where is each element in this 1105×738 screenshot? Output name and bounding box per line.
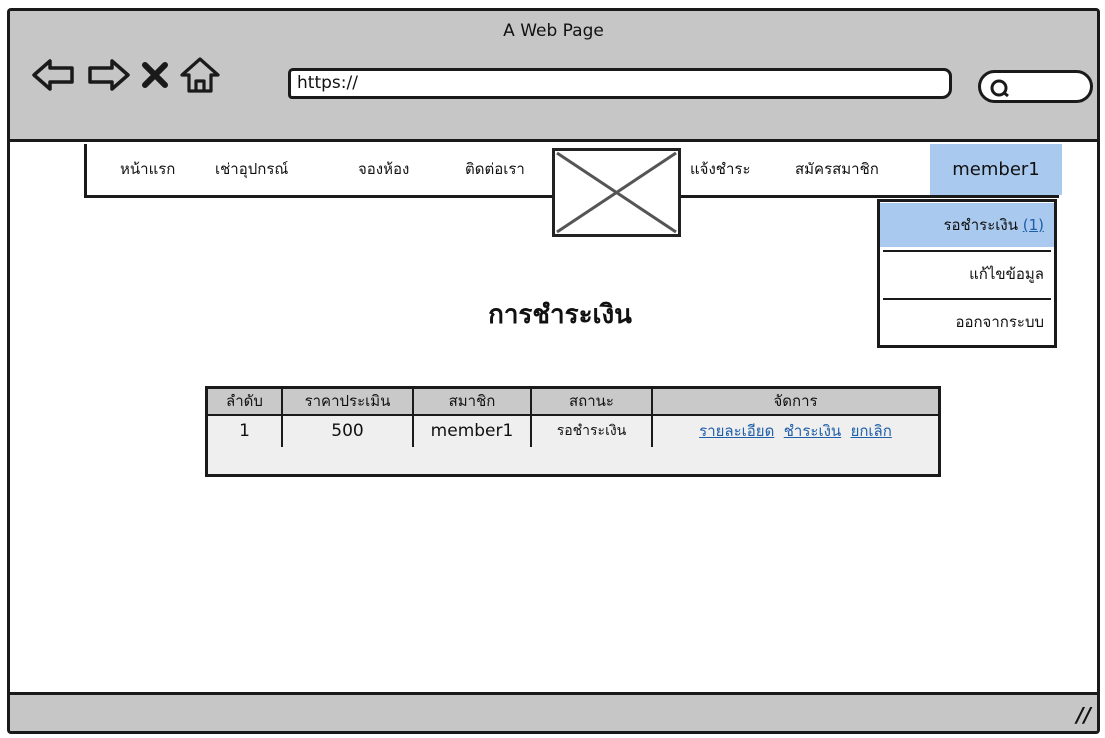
column-header-price: ราคาประเมิน	[304, 392, 391, 410]
cell-status: รอชำระเงิน	[556, 423, 627, 439]
title-bar: A Web Page https://	[10, 11, 1097, 142]
details-link[interactable]: รายละเอียด	[699, 422, 774, 440]
menu-item-contact[interactable]: ติดต่อเรา	[465, 144, 525, 195]
menu-item-user[interactable]: member1	[930, 144, 1062, 195]
cell-price: 500	[331, 421, 364, 441]
cell-member: member1	[430, 421, 514, 441]
pay-link[interactable]: ชำระเงิน	[784, 422, 841, 440]
close-icon[interactable]	[138, 55, 172, 95]
dropdown-item-edit-profile[interactable]: แก้ไขข้อมูล	[880, 252, 1054, 296]
payment-table: ลำดับ ราคาประเมิน สมาชิก สถานะ จัดการ 1 …	[205, 386, 941, 477]
image-placeholder	[552, 148, 681, 237]
edit-profile-label: แก้ไขข้อมูล	[969, 265, 1044, 283]
menu-item-book-room[interactable]: จองห้อง	[358, 144, 409, 195]
user-dropdown-menu: รอชำระเงิน (1) แก้ไขข้อมูล ออกจากระบบ	[877, 199, 1057, 348]
menu-item-home[interactable]: หน้าแรก	[120, 144, 175, 195]
menu-item-rent-equipment[interactable]: เช่าอุปกรณ์	[215, 144, 288, 195]
menu-item-register[interactable]: สมัครสมาชิก	[795, 144, 879, 195]
cell-actions: รายละเอียด ชำระเงิน ยกเลิก	[653, 416, 938, 446]
cell-no: 1	[239, 421, 250, 441]
cancel-link[interactable]: ยกเลิก	[851, 422, 892, 440]
url-input[interactable]: https://	[288, 68, 952, 99]
home-icon[interactable]	[178, 55, 222, 95]
column-header-status: สถานะ	[569, 392, 614, 410]
back-arrow-icon[interactable]	[30, 55, 78, 95]
browser-window: A Web Page https:// หน้าแรก เช่าอุปกรณ์ …	[7, 8, 1100, 734]
forward-arrow-icon[interactable]	[84, 55, 132, 95]
window-title: A Web Page	[503, 21, 604, 41]
navigation-controls	[30, 53, 222, 97]
column-header-no: ลำดับ	[226, 392, 263, 410]
dropdown-item-logout[interactable]: ออกจากระบบ	[880, 300, 1054, 344]
dropdown-item-pending-payment[interactable]: รอชำระเงิน (1)	[880, 203, 1054, 247]
page-content: หน้าแรก เช่าอุปกรณ์ จองห้อง ติดต่อเรา แจ…	[10, 142, 1097, 695]
resize-grip-icon[interactable]: //	[1076, 703, 1091, 727]
pending-payment-label: รอชำระเงิน	[943, 216, 1018, 234]
menu-item-payment-notice[interactable]: แจ้งชำระ	[690, 144, 751, 195]
column-header-member: สมาชิก	[448, 392, 496, 410]
browser-search-input[interactable]	[978, 70, 1093, 103]
page-title: การชำระเงิน	[488, 300, 632, 330]
status-bar: //	[10, 692, 1097, 731]
column-header-actions: จัดการ	[773, 392, 818, 410]
logout-label: ออกจากระบบ	[955, 313, 1044, 331]
pending-count-badge[interactable]: (1)	[1023, 216, 1044, 234]
